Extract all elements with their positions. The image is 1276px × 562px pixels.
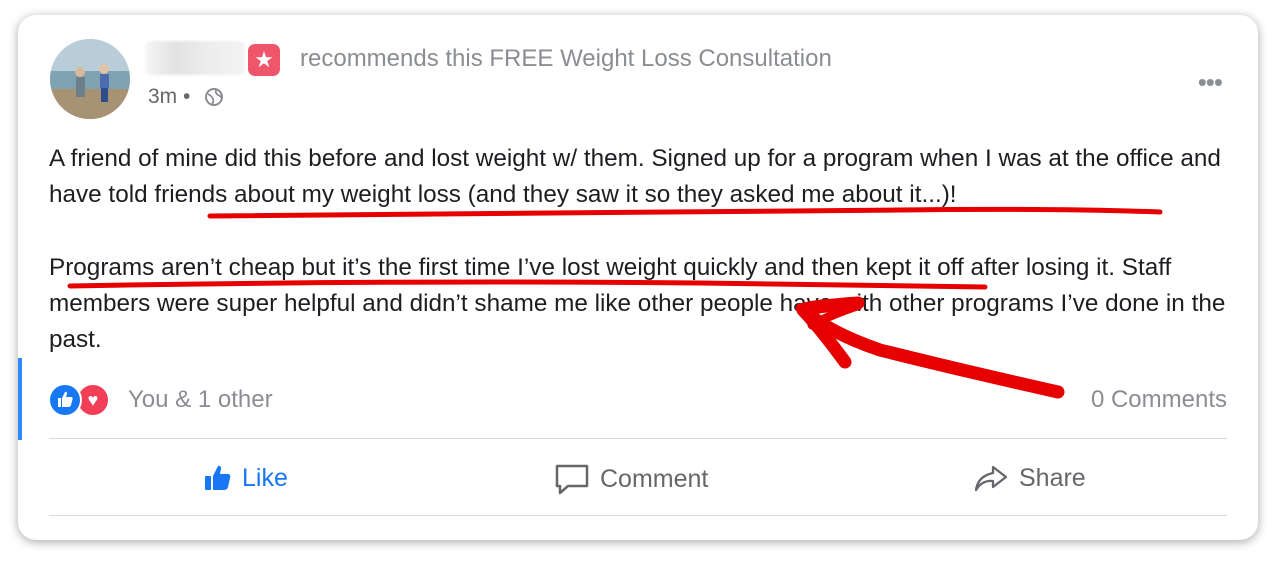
reactions-summary[interactable]: You & 1 other (128, 386, 273, 414)
share-button[interactable]: Share (973, 463, 1086, 493)
thumbs-up-icon[interactable] (48, 383, 82, 417)
comments-count[interactable]: 0 Comments (1091, 386, 1227, 414)
comment-button[interactable]: Comment (554, 463, 708, 495)
meta-separator: • (183, 85, 191, 108)
globe-icon (205, 88, 223, 106)
avatar[interactable] (50, 39, 130, 119)
like-label: Like (242, 463, 288, 492)
more-options-icon[interactable]: ••• (1198, 67, 1223, 98)
post-paragraph-2: Programs aren’t cheap but it’s the first… (49, 254, 1226, 353)
post-headline: recommends this FREE Weight Loss Consult… (300, 45, 832, 72)
share-label: Share (1019, 463, 1086, 492)
divider-bottom (49, 515, 1227, 516)
post-time[interactable]: 3m • (148, 85, 190, 109)
recommendation-star-icon: ★ (248, 44, 280, 76)
share-icon (974, 465, 1008, 492)
thumbs-up-glyph (58, 391, 73, 407)
post-paragraph-1: A friend of mine did this before and los… (49, 145, 1221, 208)
divider-top (49, 438, 1227, 439)
comment-icon (555, 464, 589, 495)
blurred-author-name[interactable] (145, 41, 245, 75)
comment-label: Comment (600, 464, 709, 493)
post-card: ★ recommends this FREE Weight Loss Consu… (18, 15, 1258, 540)
thumbs-up-icon (205, 465, 231, 490)
accent-bar (18, 358, 22, 440)
post-timestamp[interactable]: 3m (148, 85, 177, 108)
like-button[interactable]: Like (202, 463, 288, 493)
